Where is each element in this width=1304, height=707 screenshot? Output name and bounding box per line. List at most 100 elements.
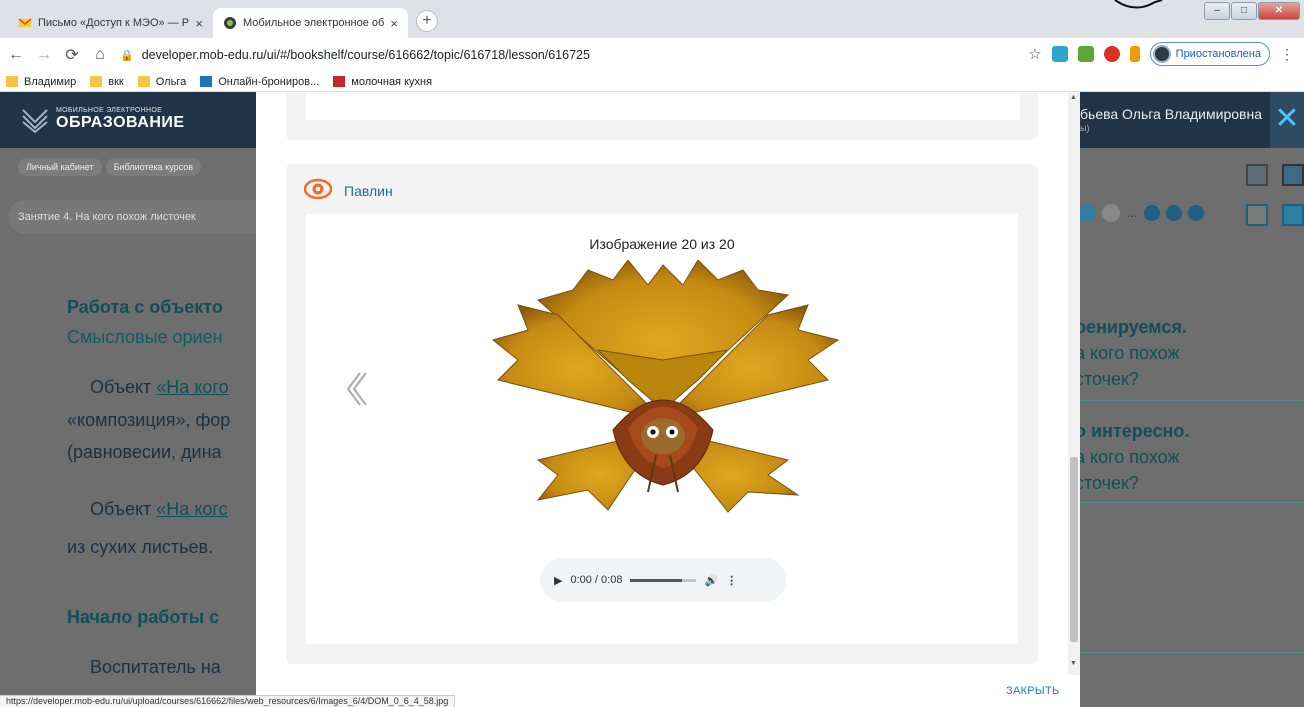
extension-calendar-icon[interactable] bbox=[1051, 46, 1068, 62]
bookmark-star-icon[interactable]: ☆ bbox=[1028, 45, 1041, 63]
folder-icon bbox=[90, 76, 103, 87]
bookmark-item[interactable]: Онлайн-брониров... bbox=[200, 76, 319, 88]
volume-icon[interactable]: 🔊 bbox=[704, 574, 718, 587]
back-arrow-icon[interactable]: ← bbox=[4, 46, 28, 64]
nav-dot-icon[interactable] bbox=[1078, 204, 1096, 222]
scroll-up-icon[interactable]: ▲ bbox=[1070, 94, 1077, 101]
tab-mail[interactable]: Письмо «Доступ к МЭО» — Роз × bbox=[8, 8, 213, 38]
lesson-title[interactable]: Занятие 4. На кого похож листочек bbox=[8, 200, 268, 234]
breadcrumb: Личный кабинет Библиотека курсов bbox=[18, 158, 201, 176]
red-site-icon bbox=[333, 76, 346, 87]
scrollbar-thumb[interactable] bbox=[1070, 457, 1078, 642]
notes-icon[interactable] bbox=[1246, 164, 1268, 186]
logo-small-text: МОБИЛЬНОЕ ЭЛЕКТРОННОЕ bbox=[56, 106, 163, 114]
home-icon[interactable]: ⌂ bbox=[88, 46, 112, 64]
content-text: «композиция», фор bbox=[67, 410, 231, 430]
extension-green-icon[interactable] bbox=[1077, 46, 1094, 62]
tab-close-icon[interactable]: × bbox=[390, 16, 398, 31]
audio-menu-dots-icon[interactable]: ⋮ bbox=[726, 574, 737, 587]
content-text: (равновесии, дина bbox=[67, 442, 222, 462]
divider bbox=[1075, 400, 1304, 401]
divider bbox=[1075, 652, 1304, 653]
app-logo[interactable]: МОБИЛЬНОЕ ЭЛЕКТРОННОЕ ОБРАЗОВАНИЕ bbox=[20, 104, 185, 134]
tab-title: Мобильное электронное обра: bbox=[243, 17, 385, 29]
content-paragraph: Объект «На когс bbox=[90, 499, 228, 520]
side-link-text: а кого похож bbox=[1075, 447, 1180, 467]
bookmark-label: вкк bbox=[108, 75, 124, 88]
address-bar[interactable]: 🔒 developer.mob-edu.ru/ui/#/bookshelf/co… bbox=[120, 48, 1020, 62]
calendar-icon[interactable] bbox=[1282, 164, 1304, 186]
profile-button[interactable]: Приостановлена bbox=[1149, 42, 1270, 66]
mob-edu-favicon-icon bbox=[223, 16, 237, 30]
extension-red-icon[interactable] bbox=[1103, 46, 1120, 62]
nav-dot-icon[interactable] bbox=[1166, 205, 1182, 221]
logo-big-text: ОБРАЗОВАНИЕ bbox=[56, 113, 185, 131]
breadcrumb-item[interactable]: Личный кабинет bbox=[18, 158, 102, 176]
profile-status: Приостановлена bbox=[1175, 48, 1261, 60]
logo-icon bbox=[22, 109, 48, 134]
card-title: Павлин bbox=[344, 182, 393, 199]
play-icon[interactable]: ▶ bbox=[554, 574, 562, 587]
text: Объект bbox=[90, 377, 157, 397]
tool-icons bbox=[1246, 164, 1304, 226]
gallery-card: Павлин Изображение 20 из 20 ▶ 0:00 / 0:0… bbox=[286, 164, 1038, 664]
reload-icon[interactable]: ⟳ bbox=[60, 45, 84, 65]
side-link[interactable]: ренируемся. а кого похож сточек? bbox=[1075, 314, 1187, 392]
image-counter: Изображение 20 из 20 bbox=[589, 236, 735, 252]
window-controls: – □ ✕ bbox=[1204, 2, 1300, 20]
bookmark-label: Ольга bbox=[155, 75, 187, 88]
card-header: Павлин bbox=[303, 178, 393, 203]
window-close-icon[interactable]: ✕ bbox=[1258, 2, 1300, 20]
side-link[interactable]: о интересно. а кого похож сточек? bbox=[1075, 418, 1189, 496]
extension-key-icon[interactable] bbox=[1129, 46, 1140, 62]
menu-dots-icon[interactable]: ⋮ bbox=[1280, 46, 1294, 63]
folder-icon bbox=[137, 76, 150, 87]
forward-arrow-icon[interactable]: → bbox=[32, 46, 56, 64]
content-heading: Работа с объекто bbox=[67, 297, 223, 317]
content-link[interactable]: «На когс bbox=[156, 499, 227, 519]
bookmark-item[interactable]: вкк bbox=[90, 75, 124, 88]
side-link-text: а кого похож bbox=[1075, 343, 1180, 363]
chat-icon[interactable] bbox=[1282, 204, 1304, 226]
user-name[interactable]: бьева Ольга Владимировна ы) bbox=[1080, 106, 1262, 133]
ellipsis-icon[interactable]: … bbox=[1126, 206, 1138, 220]
nav-dot-icon[interactable] bbox=[1102, 204, 1120, 222]
maximize-icon[interactable]: □ bbox=[1231, 2, 1257, 20]
nav-dot-icon[interactable] bbox=[1144, 205, 1160, 221]
bookmark-item[interactable]: Ольга bbox=[137, 75, 187, 88]
text: Объект bbox=[90, 499, 157, 519]
tab-close-icon[interactable]: × bbox=[195, 16, 203, 31]
extensions-area: ☆ Приостановлена ⋮ bbox=[1028, 42, 1294, 66]
minimize-icon[interactable]: – bbox=[1204, 2, 1230, 20]
avatar bbox=[1152, 45, 1171, 63]
close-button[interactable]: ЗАКРЫТЬ bbox=[1006, 685, 1060, 697]
scroll-down-icon[interactable]: ▼ bbox=[1070, 660, 1077, 667]
nav-dot-icon[interactable] bbox=[1188, 205, 1204, 221]
address-url: developer.mob-edu.ru/ui/#/bookshelf/cour… bbox=[141, 48, 590, 62]
gallery-modal: Павлин Изображение 20 из 20 ▶ 0:00 / 0:0… bbox=[256, 92, 1080, 707]
table-icon[interactable] bbox=[1246, 204, 1268, 226]
audio-progress-slider[interactable] bbox=[630, 578, 697, 582]
breadcrumb-item[interactable]: Библиотека курсов bbox=[105, 158, 201, 176]
previous-card bbox=[286, 92, 1038, 140]
bookmark-label: Онлайн-брониров... bbox=[218, 75, 320, 88]
content-link[interactable]: «На кого bbox=[156, 377, 228, 397]
bookmark-item[interactable]: Владимир bbox=[6, 76, 76, 88]
browser-tab-strip: Письмо «Доступ к МЭО» — Роз × Мобильное … bbox=[0, 0, 1304, 38]
bookmarks-bar: Владимир вкк Ольга Онлайн-брониров... мо… bbox=[0, 72, 1304, 92]
bookmark-label: Владимир bbox=[24, 75, 77, 88]
content-heading: Начало работы с bbox=[67, 607, 220, 627]
side-link-title: о интересно. bbox=[1075, 421, 1190, 441]
modal-scrollbar[interactable]: ▲ ▼ bbox=[1068, 92, 1080, 675]
booking-icon bbox=[200, 76, 213, 87]
side-link-text: сточек? bbox=[1075, 473, 1139, 493]
tab-mob-edu[interactable]: Мобильное электронное обра: × bbox=[213, 8, 408, 38]
bookmark-item[interactable]: молочная кухня bbox=[333, 76, 432, 88]
previous-image-button[interactable] bbox=[342, 369, 372, 409]
tab-title: Письмо «Доступ к МЭО» — Роз bbox=[38, 17, 190, 29]
new-tab-button[interactable]: + bbox=[416, 10, 438, 32]
divider bbox=[1075, 502, 1304, 503]
lock-icon: 🔒 bbox=[120, 49, 134, 62]
header-close-icon[interactable]: ✕ bbox=[1270, 92, 1304, 148]
content-text: из сухих листьев. bbox=[67, 537, 214, 557]
